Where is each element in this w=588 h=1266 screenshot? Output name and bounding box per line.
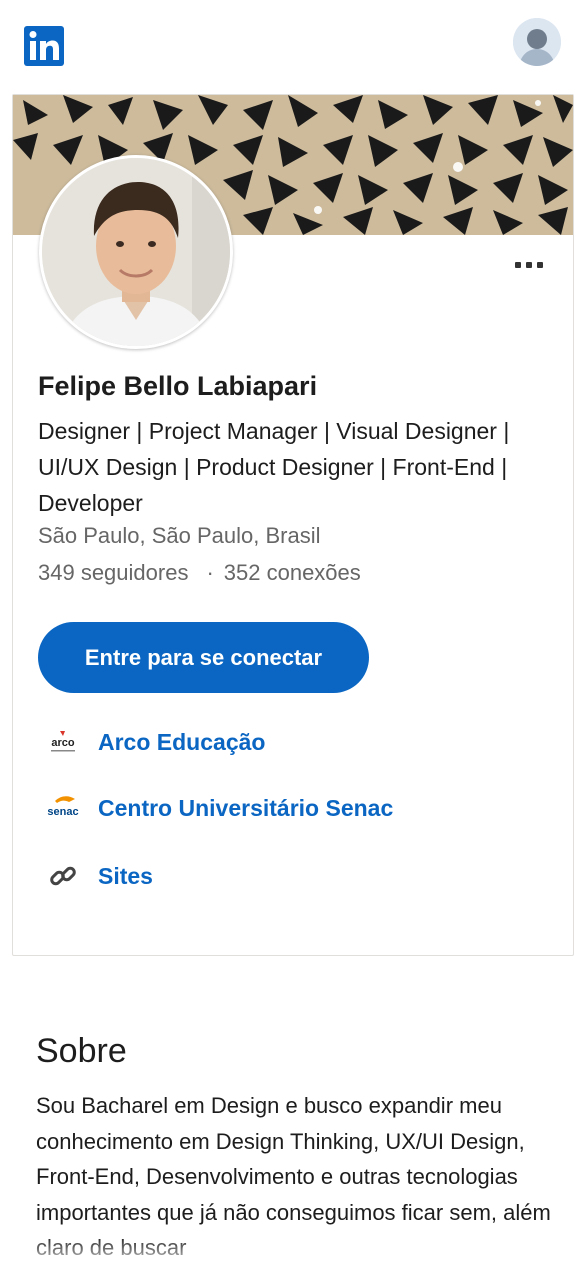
profile-name: Felipe Bello Labiapari xyxy=(38,371,318,401)
profile-photo[interactable] xyxy=(39,155,233,349)
arco-link[interactable]: Arco Educação xyxy=(98,729,265,756)
svg-text:arco: arco xyxy=(51,737,75,749)
followers-count: 349 seguidores xyxy=(38,560,189,585)
link-item-arco[interactable]: arco Arco Educação xyxy=(38,722,265,762)
connect-button[interactable]: Entre para se conectar xyxy=(38,622,369,693)
network-stats: 349 seguidores · 352 conexões xyxy=(38,560,361,586)
bottom-fade xyxy=(0,1236,588,1266)
link-chain-icon xyxy=(38,856,88,896)
arco-logo-icon: arco xyxy=(38,722,88,762)
svg-text:senac: senac xyxy=(47,806,78,818)
sites-link[interactable]: Sites xyxy=(98,863,153,890)
about-title: Sobre xyxy=(36,1032,127,1070)
profile-card: Felipe Bello Labiapari Designer | Projec… xyxy=(12,94,574,956)
link-item-sites[interactable]: Sites xyxy=(38,856,153,896)
user-avatar-icon[interactable] xyxy=(513,18,561,66)
separator-dot: · xyxy=(206,560,214,585)
senac-link[interactable]: Centro Universitário Senac xyxy=(98,795,393,822)
connections-count: 352 conexões xyxy=(223,560,361,585)
linkedin-logo-icon[interactable] xyxy=(24,26,64,66)
top-bar xyxy=(0,0,588,94)
more-options-icon[interactable] xyxy=(509,255,549,275)
profile-location: São Paulo, São Paulo, Brasil xyxy=(38,523,321,548)
senac-logo-icon: senac xyxy=(38,788,88,828)
profile-headline: Designer | Project Manager | Visual Desi… xyxy=(38,418,510,516)
link-item-senac[interactable]: senac Centro Universitário Senac xyxy=(38,788,393,828)
